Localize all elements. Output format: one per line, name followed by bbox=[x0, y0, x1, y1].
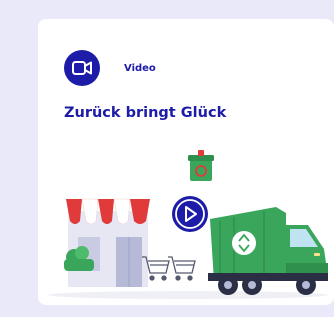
content-type-row: Video bbox=[64, 50, 156, 86]
content-type-label: Video bbox=[124, 62, 156, 74]
store-icon bbox=[64, 198, 150, 287]
video-camera-icon bbox=[64, 50, 100, 86]
recycling-illustration bbox=[48, 150, 328, 299]
garbage-truck-icon bbox=[208, 207, 328, 295]
recycle-box-icon bbox=[188, 150, 214, 181]
card-title[interactable]: Zurück bringt Glück bbox=[64, 105, 226, 121]
video-card[interactable]: Video Zurück bringt Glück bbox=[38, 19, 334, 305]
play-button[interactable] bbox=[172, 196, 208, 232]
shopping-cart-icon bbox=[142, 256, 196, 281]
